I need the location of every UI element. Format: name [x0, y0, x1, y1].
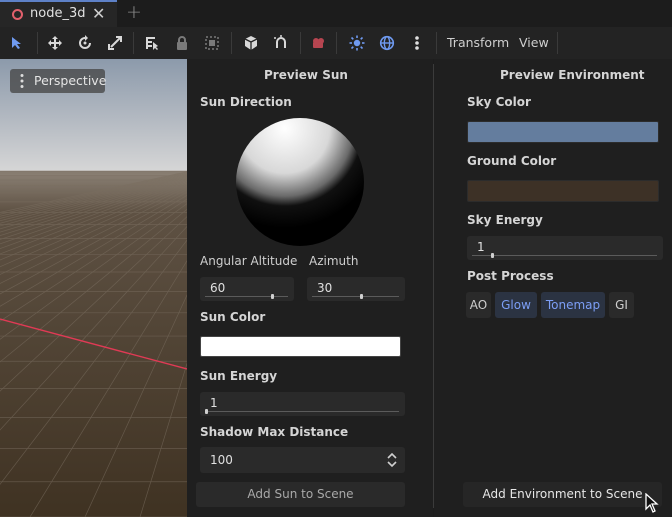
- ground-color-label: Ground Color: [467, 154, 557, 168]
- preview-sun-title: Preview Sun: [264, 68, 348, 82]
- sky-energy-value: 1: [477, 240, 485, 254]
- angular-altitude-grabber[interactable]: [271, 294, 274, 299]
- lock-button[interactable]: [172, 33, 192, 53]
- sun-direction-label: Sun Direction: [200, 95, 292, 109]
- transform-menu[interactable]: Transform: [447, 35, 509, 50]
- toolbar-separator: [336, 32, 337, 54]
- angular-altitude-track: [205, 296, 288, 297]
- snap-magnet-icon: [274, 35, 286, 48]
- azimuth-slider[interactable]: 30: [307, 277, 405, 301]
- shadow-max-distance-label: Shadow Max Distance: [200, 425, 349, 439]
- angular-altitude-label: Angular Altitude: [200, 254, 298, 268]
- toolbar-separator: [231, 32, 232, 54]
- snap-button[interactable]: [271, 33, 291, 53]
- add-sun-to-scene-button[interactable]: Add Sun to Scene: [196, 482, 405, 507]
- move-mode-button[interactable]: [45, 33, 65, 53]
- kebab-menu-icon: [415, 36, 419, 50]
- angular-altitude-value: 60: [210, 281, 226, 295]
- spin-arrows-icon[interactable]: [386, 452, 398, 468]
- sun-color-label: Sun Color: [200, 310, 266, 324]
- toolbar-separator: [133, 32, 134, 54]
- sky-color-label: Sky Color: [467, 95, 531, 109]
- node-3d-icon: [12, 9, 23, 20]
- move-icon: [48, 36, 62, 50]
- 3d-viewport[interactable]: Perspective: [0, 59, 187, 517]
- scene-tab-bar: node_3d ✕ +: [0, 0, 672, 27]
- sun-energy-track: [205, 411, 399, 412]
- post-process-gi-toggle[interactable]: GI: [609, 292, 634, 318]
- group-button[interactable]: [202, 33, 222, 53]
- group-icon: [205, 36, 219, 50]
- shadow-max-distance-value: 100: [210, 453, 233, 467]
- select-arrow-icon: [12, 37, 21, 49]
- preview-camera-button[interactable]: [308, 33, 328, 53]
- sky-energy-grabber[interactable]: [491, 253, 494, 258]
- view-menu[interactable]: View: [519, 35, 549, 50]
- sun-energy-label: Sun Energy: [200, 369, 278, 383]
- list-select-icon: [146, 37, 158, 50]
- toggle-preview-sun-button[interactable]: [347, 33, 367, 53]
- lock-icon: [177, 36, 187, 50]
- scale-icon: [108, 36, 122, 50]
- shadow-max-distance-spinbox[interactable]: 100: [200, 447, 405, 473]
- list-select-button[interactable]: [142, 33, 162, 53]
- mouse-cursor-icon: [645, 493, 659, 513]
- viewport-scene: [0, 59, 187, 517]
- rotate-icon: [79, 35, 91, 49]
- camera-icon: [313, 38, 324, 48]
- sun-color-picker[interactable]: [200, 336, 401, 357]
- cube-icon: [244, 36, 258, 50]
- toolbar-separator: [436, 32, 437, 54]
- post-process-tonemap-toggle[interactable]: Tonemap: [541, 292, 605, 318]
- scale-mode-button[interactable]: [105, 33, 125, 53]
- sun-icon: [349, 35, 365, 51]
- perspective-menu-button[interactable]: Perspective: [10, 69, 107, 93]
- azimuth-label: Azimuth: [309, 254, 359, 268]
- add-environment-to-scene-button[interactable]: Add Environment to Scene: [463, 482, 662, 507]
- sky-energy-track: [472, 255, 657, 256]
- toolbar-separator: [557, 32, 558, 54]
- more-options-button[interactable]: [407, 33, 427, 53]
- post-process-glow-toggle[interactable]: Glow: [495, 292, 537, 318]
- perspective-label: Perspective: [34, 73, 107, 88]
- sky-energy-label: Sky Energy: [467, 213, 543, 227]
- sun-direction-sphere[interactable]: [235, 117, 365, 247]
- post-process-label: Post Process: [467, 269, 554, 283]
- local-space-button[interactable]: [241, 33, 261, 53]
- viewport-toolbar: Transform View: [0, 27, 672, 59]
- sun-energy-value: 1: [210, 396, 218, 410]
- add-scene-tab-button[interactable]: +: [126, 1, 142, 23]
- sky-energy-slider[interactable]: 1: [467, 236, 663, 260]
- ground-color-picker[interactable]: [467, 180, 659, 202]
- toggle-preview-environment-button[interactable]: [377, 33, 397, 53]
- select-mode-button[interactable]: [7, 33, 27, 53]
- azimuth-value: 30: [317, 281, 333, 295]
- sun-energy-slider[interactable]: 1: [200, 392, 405, 416]
- sky-color-picker[interactable]: [467, 121, 659, 143]
- scene-tab-label: node_3d: [30, 6, 86, 21]
- close-tab-icon[interactable]: ✕: [92, 4, 105, 23]
- sun-energy-grabber[interactable]: [205, 409, 208, 414]
- rotate-mode-button[interactable]: [75, 33, 95, 53]
- scene-tab-node-3d[interactable]: node_3d ✕: [0, 0, 117, 27]
- toolbar-separator: [300, 32, 301, 54]
- toolbar-separator: [37, 32, 38, 54]
- preview-environment-title: Preview Environment: [500, 68, 645, 82]
- azimuth-grabber[interactable]: [360, 294, 363, 299]
- kebab-menu-icon: [20, 74, 24, 88]
- globe-icon: [379, 35, 395, 51]
- post-process-ao-toggle[interactable]: AO: [466, 292, 491, 318]
- angular-altitude-slider[interactable]: 60: [200, 277, 294, 301]
- azimuth-track: [312, 296, 399, 297]
